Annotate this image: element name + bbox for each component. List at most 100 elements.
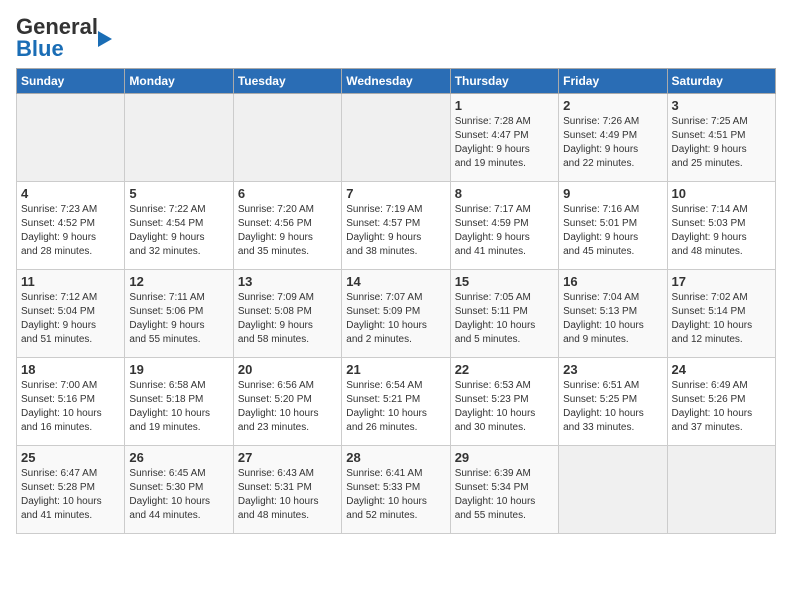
weekday-header: Friday <box>559 69 667 94</box>
weekday-header: Tuesday <box>233 69 341 94</box>
day-info: Sunrise: 7:28 AM Sunset: 4:47 PM Dayligh… <box>455 115 554 171</box>
weekday-header: Monday <box>125 69 233 94</box>
day-number: 23 <box>563 362 662 377</box>
day-info: Sunrise: 6:58 AM Sunset: 5:18 PM Dayligh… <box>129 379 228 435</box>
day-number: 19 <box>129 362 228 377</box>
day-info: Sunrise: 6:45 AM Sunset: 5:30 PM Dayligh… <box>129 467 228 523</box>
calendar-cell <box>667 446 775 534</box>
header: GeneralBlue <box>16 16 776 60</box>
calendar-table: SundayMondayTuesdayWednesdayThursdayFrid… <box>16 68 776 534</box>
day-number: 11 <box>21 274 120 289</box>
calendar-cell: 1 Sunrise: 7:28 AM Sunset: 4:47 PM Daylig… <box>450 94 558 182</box>
day-number: 18 <box>21 362 120 377</box>
day-number: 1 <box>455 98 554 113</box>
day-info: Sunrise: 7:04 AM Sunset: 5:13 PM Dayligh… <box>563 291 662 347</box>
day-info: Sunrise: 6:43 AM Sunset: 5:31 PM Dayligh… <box>238 467 337 523</box>
calendar-cell: 13Sunrise: 7:09 AM Sunset: 5:08 PM Dayli… <box>233 270 341 358</box>
weekday-header: Wednesday <box>342 69 450 94</box>
day-info: Sunrise: 7:22 AM Sunset: 4:54 PM Dayligh… <box>129 203 228 259</box>
weekday-header: Saturday <box>667 69 775 94</box>
day-number: 24 <box>672 362 771 377</box>
calendar-cell: 26 Sunrise: 6:45 AM Sunset: 5:30 PM Dayli… <box>125 446 233 534</box>
calendar-cell: 16 Sunrise: 7:04 AM Sunset: 5:13 PM Dayli… <box>559 270 667 358</box>
day-info: Sunrise: 7:07 AM Sunset: 5:09 PM Dayligh… <box>346 291 445 347</box>
day-info: Sunrise: 7:14 AM Sunset: 5:03 PM Dayligh… <box>672 203 771 259</box>
day-number: 27 <box>238 450 337 465</box>
calendar-cell <box>559 446 667 534</box>
calendar-week-row: 11 Sunrise: 7:12 AM Sunset: 5:04 PM Dayli… <box>17 270 776 358</box>
weekday-header: Thursday <box>450 69 558 94</box>
day-info: Sunrise: 7:12 AM Sunset: 5:04 PM Dayligh… <box>21 291 120 347</box>
header-row: SundayMondayTuesdayWednesdayThursdayFrid… <box>17 69 776 94</box>
day-number: 9 <box>563 186 662 201</box>
calendar-cell: 15Sunrise: 7:05 AM Sunset: 5:11 PM Dayli… <box>450 270 558 358</box>
calendar-week-row: 4 Sunrise: 7:23 AM Sunset: 4:52 PM Daylig… <box>17 182 776 270</box>
day-number: 4 <box>21 186 120 201</box>
day-info: Sunrise: 6:47 AM Sunset: 5:28 PM Dayligh… <box>21 467 120 523</box>
calendar-cell: 23Sunrise: 6:51 AM Sunset: 5:25 PM Dayli… <box>559 358 667 446</box>
calendar-cell: 28 Sunrise: 6:41 AM Sunset: 5:33 PM Dayli… <box>342 446 450 534</box>
day-info: Sunrise: 6:41 AM Sunset: 5:33 PM Dayligh… <box>346 467 445 523</box>
calendar-cell <box>17 94 125 182</box>
day-number: 28 <box>346 450 445 465</box>
day-number: 17 <box>672 274 771 289</box>
day-number: 10 <box>672 186 771 201</box>
calendar-cell <box>342 94 450 182</box>
day-info: Sunrise: 6:54 AM Sunset: 5:21 PM Dayligh… <box>346 379 445 435</box>
calendar-cell: 24 Sunrise: 6:49 AM Sunset: 5:26 PM Dayli… <box>667 358 775 446</box>
day-number: 16 <box>563 274 662 289</box>
day-info: Sunrise: 7:23 AM Sunset: 4:52 PM Dayligh… <box>21 203 120 259</box>
calendar-cell <box>233 94 341 182</box>
logo-text: GeneralBlue <box>16 16 98 60</box>
calendar-cell: 29 Sunrise: 6:39 AM Sunset: 5:34 PM Dayli… <box>450 446 558 534</box>
day-info: Sunrise: 7:05 AM Sunset: 5:11 PM Dayligh… <box>455 291 554 347</box>
logo-arrow-icon <box>98 31 112 47</box>
day-number: 3 <box>672 98 771 113</box>
day-number: 25 <box>21 450 120 465</box>
day-number: 22 <box>455 362 554 377</box>
calendar-cell: 8Sunrise: 7:17 AM Sunset: 4:59 PM Daylig… <box>450 182 558 270</box>
day-info: Sunrise: 7:25 AM Sunset: 4:51 PM Dayligh… <box>672 115 771 171</box>
calendar-cell: 7Sunrise: 7:19 AM Sunset: 4:57 PM Daylig… <box>342 182 450 270</box>
day-info: Sunrise: 7:19 AM Sunset: 4:57 PM Dayligh… <box>346 203 445 259</box>
calendar-cell: 17 Sunrise: 7:02 AM Sunset: 5:14 PM Dayli… <box>667 270 775 358</box>
calendar-cell: 12 Sunrise: 7:11 AM Sunset: 5:06 PM Dayli… <box>125 270 233 358</box>
day-info: Sunrise: 7:02 AM Sunset: 5:14 PM Dayligh… <box>672 291 771 347</box>
calendar-week-row: 1 Sunrise: 7:28 AM Sunset: 4:47 PM Daylig… <box>17 94 776 182</box>
calendar-cell: 18 Sunrise: 7:00 AM Sunset: 5:16 PM Dayli… <box>17 358 125 446</box>
day-info: Sunrise: 7:11 AM Sunset: 5:06 PM Dayligh… <box>129 291 228 347</box>
day-number: 26 <box>129 450 228 465</box>
day-info: Sunrise: 7:20 AM Sunset: 4:56 PM Dayligh… <box>238 203 337 259</box>
day-number: 6 <box>238 186 337 201</box>
day-info: Sunrise: 7:17 AM Sunset: 4:59 PM Dayligh… <box>455 203 554 259</box>
calendar-cell: 9 Sunrise: 7:16 AM Sunset: 5:01 PM Daylig… <box>559 182 667 270</box>
calendar-cell: 6 Sunrise: 7:20 AM Sunset: 4:56 PM Daylig… <box>233 182 341 270</box>
day-number: 2 <box>563 98 662 113</box>
day-number: 29 <box>455 450 554 465</box>
calendar-cell: 5 Sunrise: 7:22 AM Sunset: 4:54 PM Daylig… <box>125 182 233 270</box>
calendar-cell: 3 Sunrise: 7:25 AM Sunset: 4:51 PM Daylig… <box>667 94 775 182</box>
day-number: 21 <box>346 362 445 377</box>
day-info: Sunrise: 6:53 AM Sunset: 5:23 PM Dayligh… <box>455 379 554 435</box>
calendar-cell: 20 Sunrise: 6:56 AM Sunset: 5:20 PM Dayli… <box>233 358 341 446</box>
day-info: Sunrise: 6:49 AM Sunset: 5:26 PM Dayligh… <box>672 379 771 435</box>
day-info: Sunrise: 6:56 AM Sunset: 5:20 PM Dayligh… <box>238 379 337 435</box>
day-number: 12 <box>129 274 228 289</box>
calendar-cell: 21 Sunrise: 6:54 AM Sunset: 5:21 PM Dayli… <box>342 358 450 446</box>
day-number: 5 <box>129 186 228 201</box>
calendar-cell: 22 Sunrise: 6:53 AM Sunset: 5:23 PM Dayli… <box>450 358 558 446</box>
calendar-cell: 25 Sunrise: 6:47 AM Sunset: 5:28 PM Dayli… <box>17 446 125 534</box>
calendar-cell: 4 Sunrise: 7:23 AM Sunset: 4:52 PM Daylig… <box>17 182 125 270</box>
day-number: 20 <box>238 362 337 377</box>
day-info: Sunrise: 7:00 AM Sunset: 5:16 PM Dayligh… <box>21 379 120 435</box>
calendar-cell: 11 Sunrise: 7:12 AM Sunset: 5:04 PM Dayli… <box>17 270 125 358</box>
day-info: Sunrise: 7:16 AM Sunset: 5:01 PM Dayligh… <box>563 203 662 259</box>
calendar-cell: 14Sunrise: 7:07 AM Sunset: 5:09 PM Dayli… <box>342 270 450 358</box>
calendar-cell: 19 Sunrise: 6:58 AM Sunset: 5:18 PM Dayli… <box>125 358 233 446</box>
day-info: Sunrise: 6:39 AM Sunset: 5:34 PM Dayligh… <box>455 467 554 523</box>
calendar-cell: 2 Sunrise: 7:26 AM Sunset: 4:49 PM Daylig… <box>559 94 667 182</box>
day-info: Sunrise: 7:26 AM Sunset: 4:49 PM Dayligh… <box>563 115 662 171</box>
calendar-week-row: 18 Sunrise: 7:00 AM Sunset: 5:16 PM Dayli… <box>17 358 776 446</box>
weekday-header: Sunday <box>17 69 125 94</box>
day-number: 13 <box>238 274 337 289</box>
